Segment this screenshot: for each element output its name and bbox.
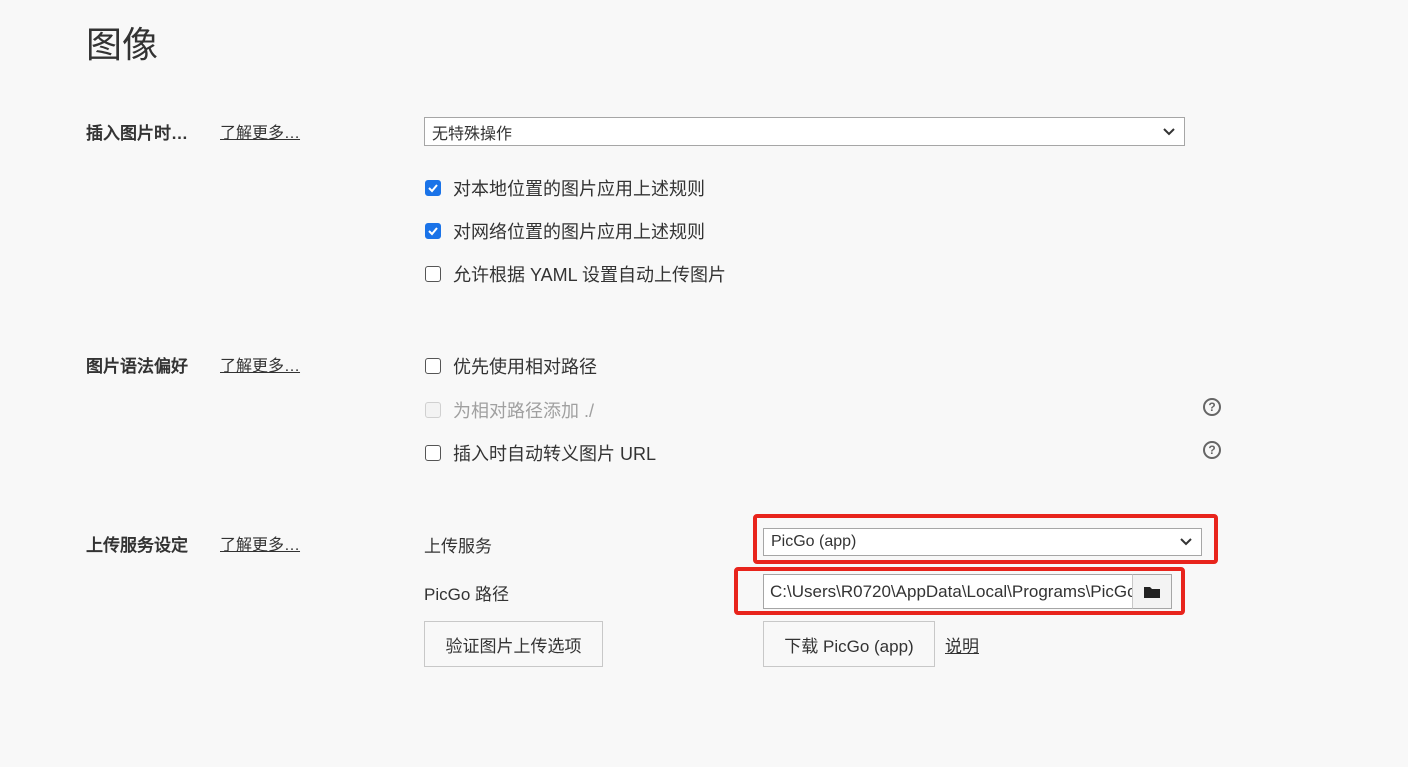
checkbox-local-images[interactable] xyxy=(425,180,441,196)
upload-service-select[interactable]: PicGo (app) xyxy=(763,528,1202,556)
checkbox-label: 优先使用相对路径 xyxy=(453,357,597,377)
checkbox-label: 对本地位置的图片应用上述规则 xyxy=(453,179,705,199)
checkbox-row-dot-slash: 为相对路径添加 ./ xyxy=(425,397,594,423)
checkbox-row-network-images[interactable]: 对网络位置的图片应用上述规则 xyxy=(425,218,705,244)
syntax-learn-more-link[interactable]: 了解更多… xyxy=(220,352,300,376)
page-title: 图像 xyxy=(86,24,159,65)
download-picgo-button[interactable]: 下载 PicGo (app) xyxy=(763,621,935,667)
checkbox-row-escape-url[interactable]: 插入时自动转义图片 URL xyxy=(425,440,656,466)
checkbox-label: 允许根据 YAML 设置自动上传图片 xyxy=(453,265,727,285)
chevron-down-icon xyxy=(1180,538,1192,546)
upload-learn-more-link[interactable]: 了解更多… xyxy=(220,531,300,555)
chevron-down-icon xyxy=(1163,127,1175,135)
browse-folder-button[interactable] xyxy=(1132,574,1172,609)
picgo-path-value: C:\Users\R0720\AppData\Local\Programs\Pi… xyxy=(770,581,1132,601)
checkbox-label: 为相对路径添加 ./ xyxy=(453,401,595,421)
upload-section-label: 上传服务设定 xyxy=(86,536,188,555)
checkbox-escape-url[interactable] xyxy=(425,445,441,461)
syntax-section-label: 图片语法偏好 xyxy=(86,357,188,376)
insert-action-select[interactable]: 无特殊操作 xyxy=(424,117,1185,146)
help-circle-icon[interactable]: ? xyxy=(1203,398,1221,416)
checkbox-row-relative-path[interactable]: 优先使用相对路径 xyxy=(425,353,597,379)
checkbox-row-local-images[interactable]: 对本地位置的图片应用上述规则 xyxy=(425,175,705,201)
insert-learn-more-link[interactable]: 了解更多… xyxy=(220,119,300,143)
verify-upload-button[interactable]: 验证图片上传选项 xyxy=(424,621,603,667)
folder-icon xyxy=(1144,586,1160,598)
upload-service-label: 上传服务 xyxy=(424,537,492,556)
insert-section-label: 插入图片时… xyxy=(86,124,188,143)
checkbox-label: 插入时自动转义图片 URL xyxy=(453,444,657,464)
help-link[interactable]: 说明 xyxy=(945,632,979,657)
picgo-path-input[interactable]: C:\Users\R0720\AppData\Local\Programs\Pi… xyxy=(763,574,1133,609)
checkbox-relative-path[interactable] xyxy=(425,358,441,374)
checkbox-network-images[interactable] xyxy=(425,223,441,239)
upload-service-select-value: PicGo (app) xyxy=(771,533,857,550)
checkbox-row-yaml-upload[interactable]: 允许根据 YAML 设置自动上传图片 xyxy=(425,261,726,287)
help-circle-icon[interactable]: ? xyxy=(1203,441,1221,459)
insert-action-select-value: 无特殊操作 xyxy=(432,125,513,143)
checkbox-dot-slash xyxy=(425,402,441,418)
checkbox-yaml-upload[interactable] xyxy=(425,266,441,282)
checkbox-label: 对网络位置的图片应用上述规则 xyxy=(453,222,705,242)
picgo-path-label: PicGo 路径 xyxy=(424,585,510,604)
